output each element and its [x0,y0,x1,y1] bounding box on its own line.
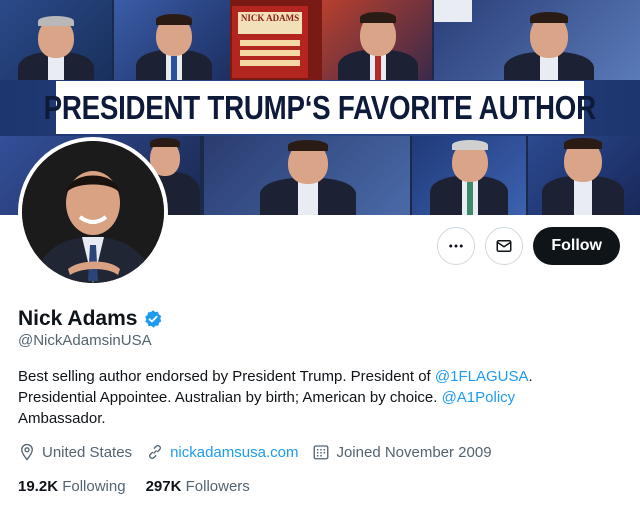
banner-photo [204,136,410,215]
mail-icon [496,240,512,252]
calendar-icon [314,445,329,460]
user-handle: @NickAdamsinUSA [18,332,152,349]
following-label: Following [62,478,126,495]
banner-photo [412,136,526,215]
book-cover: NICK ADAMS [232,6,308,78]
profile-actions: Follow [437,227,620,265]
more-button[interactable] [437,227,476,265]
followers-label: Followers [185,478,250,495]
name-row: Nick Adams [18,307,163,331]
book-title: NICK ADAMS [238,12,302,34]
location-item: United States [18,443,132,461]
verified-badge-icon [145,310,162,328]
link-icon [149,444,162,460]
follow-button[interactable]: Follow [533,227,620,265]
banner-photo [114,0,230,80]
banner-photo [434,0,640,80]
message-button[interactable] [485,227,524,265]
display-name: Nick Adams [18,307,138,330]
location-pin-icon [21,443,33,461]
avatar-photo [22,141,164,283]
banner-photo [322,0,432,80]
profile-bio: Best selling author endorsed by Presiden… [18,366,618,429]
website-link[interactable]: nickadamsusa.com [170,444,298,461]
following-stat[interactable]: 19.2K Following [18,478,126,495]
followers-stat[interactable]: 297K Followers [146,478,250,495]
banner-title: PRESIDENT TRUMP‘S FAVORITE AUTHOR [44,81,596,134]
bio-text: . [528,368,533,385]
more-icon [449,244,464,248]
joined-text: Joined November 2009 [336,443,492,461]
followers-count: 297K [145,478,182,495]
mention-link[interactable]: @1FLAGUSA [435,368,529,385]
bio-text: Presidential Appointee. Australian by bi… [18,389,442,406]
location-text: United States [42,443,133,461]
following-count: 19.2K [18,478,59,495]
banner-title-text: PRESIDENT TRUMP‘S FAVORITE AUTHOR [43,88,597,126]
banner-photo [0,0,112,80]
bio-text: Best selling author endorsed by Presiden… [18,368,435,385]
website-item: nickadamsusa.com [146,443,298,461]
avatar[interactable] [18,137,168,287]
joined-item: Joined November 2009 [312,443,492,461]
mention-link[interactable]: @A1Policy [442,389,516,406]
banner-photo [528,136,640,215]
follow-stats: 19.2K Following 297K Followers [18,478,270,495]
profile-meta: United States nickadamsusa.com Joined No… [18,443,506,461]
bio-text: Ambassador. [18,410,106,427]
